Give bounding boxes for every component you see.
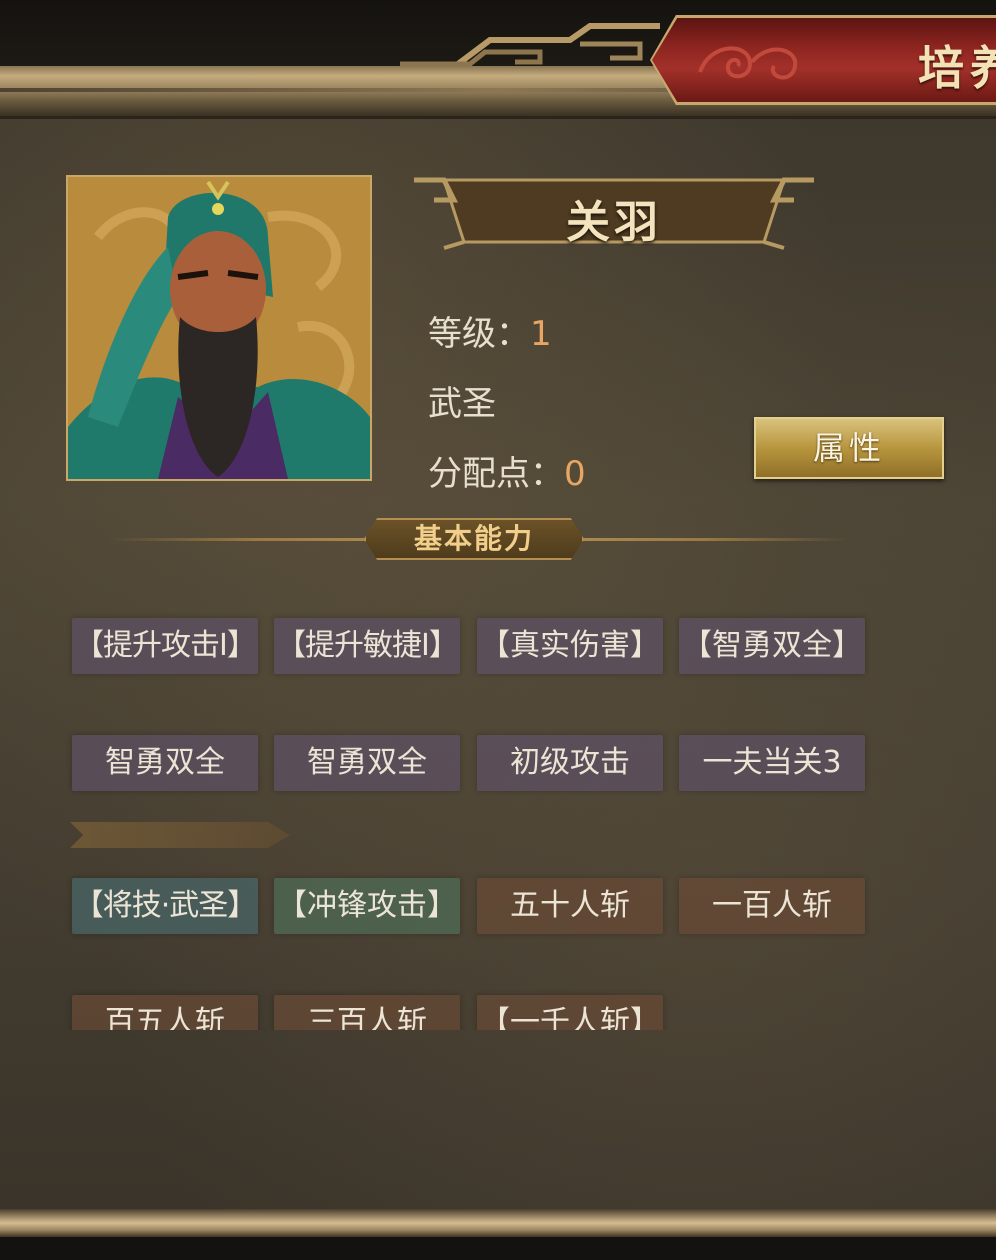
level-value: 1 — [530, 314, 552, 354]
section-title: 基本能力 — [413, 522, 534, 555]
hero-name: 关羽 — [566, 197, 662, 248]
skill-tag[interactable]: 智勇双全 — [72, 735, 258, 791]
level-row: 等级：1 — [428, 306, 552, 355]
hero-portrait — [66, 175, 372, 481]
skill-tag[interactable]: 一百人斩 — [679, 878, 865, 934]
skill-tag[interactable]: 【冲锋攻击】 — [274, 878, 460, 934]
skill-tag[interactable]: 三百人斩 — [274, 995, 460, 1030]
skill-tag[interactable]: 【将技·武圣】 — [72, 878, 258, 934]
skill-tag[interactable]: 智勇双全 — [274, 735, 460, 791]
attributes-button[interactable]: 属性 — [754, 417, 944, 479]
points-value: 0 — [564, 454, 586, 494]
skill-tag[interactable]: 【提升攻击Ⅰ】 — [72, 618, 258, 674]
skill-tag[interactable]: 【一千人斩】 — [477, 995, 663, 1030]
skill-tag[interactable]: 百五人斩 — [72, 995, 258, 1030]
bottom-band — [0, 1237, 996, 1260]
points-row: 分配点：0 — [428, 446, 586, 495]
hero-title: 武圣 — [428, 384, 496, 424]
skill-tag[interactable]: 【智勇双全】 — [679, 618, 865, 674]
skill-tag[interactable]: 【真实伤害】 — [477, 618, 663, 674]
page-title: 培养 — [918, 41, 996, 95]
footer-bar — [0, 1209, 996, 1237]
skills-grid: 【提升攻击Ⅰ】 【提升敏捷Ⅰ】 【真实伤害】 【智勇双全】 智勇双全 智勇双全 … — [0, 600, 996, 1030]
level-label: 等级： — [428, 314, 530, 354]
skill-tag[interactable]: 【提升敏捷Ⅰ】 — [274, 618, 460, 674]
skill-tag[interactable]: 初级攻击 — [477, 735, 663, 791]
cloud-swirl-icon — [698, 46, 798, 80]
skill-tag[interactable]: 一夫当关3 — [679, 735, 865, 791]
skill-tag[interactable]: 五十人斩 — [477, 878, 663, 934]
hero-portrait-image — [68, 177, 370, 479]
points-label: 分配点： — [428, 454, 564, 494]
